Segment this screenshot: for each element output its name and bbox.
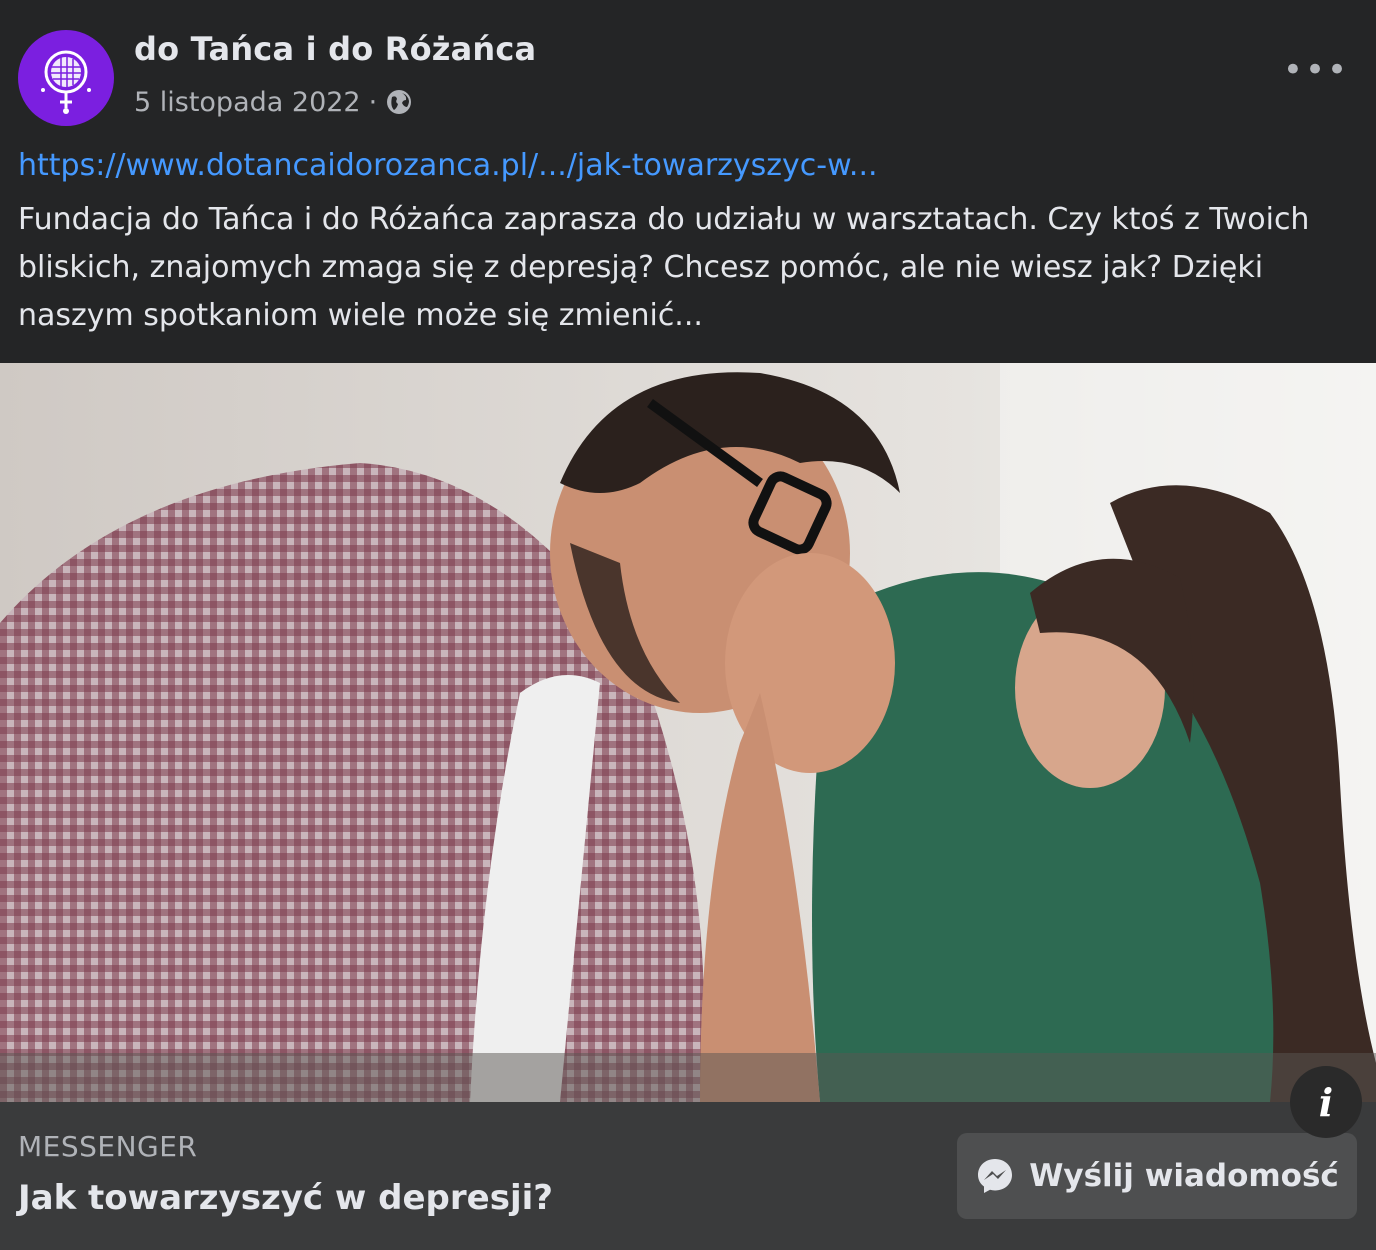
link-source: MESSENGER [18, 1130, 198, 1163]
more-options-button[interactable]: ••• [1283, 50, 1347, 90]
photo-illustration [0, 363, 1376, 1102]
post-message: Fundacja do Tańca i do Różańca zaprasza … [18, 202, 1310, 333]
page-name[interactable]: do Tańca i do Różańca [134, 30, 536, 68]
disco-ball-logo-icon [41, 50, 91, 114]
article-link[interactable]: https://www.dotancaidorozanca.pl/.../jak… [18, 148, 878, 183]
link-headline[interactable]: Jak towarzyszyć w depresji? [18, 1178, 553, 1218]
link-preview-footer[interactable]: MESSENGER Jak towarzyszyć w depresji? Wy… [0, 1102, 1376, 1250]
post-image[interactable] [0, 363, 1376, 1102]
post-meta: 5 listopada 2022 · [134, 84, 413, 120]
globe-icon [387, 90, 412, 114]
meta-separator: · [368, 86, 378, 118]
post-date[interactable]: 5 listopada 2022 [134, 87, 361, 118]
send-message-button[interactable]: Wyślij wiadomość [957, 1133, 1357, 1219]
facebook-post: do Tańca i do Różańca 5 listopada 2022 ·… [0, 0, 1376, 1250]
send-message-label: Wyślij wiadomość [1029, 1158, 1339, 1194]
messenger-icon [978, 1159, 1013, 1193]
page-avatar[interactable] [18, 30, 114, 126]
ad-info-button[interactable]: i [1290, 1066, 1362, 1138]
